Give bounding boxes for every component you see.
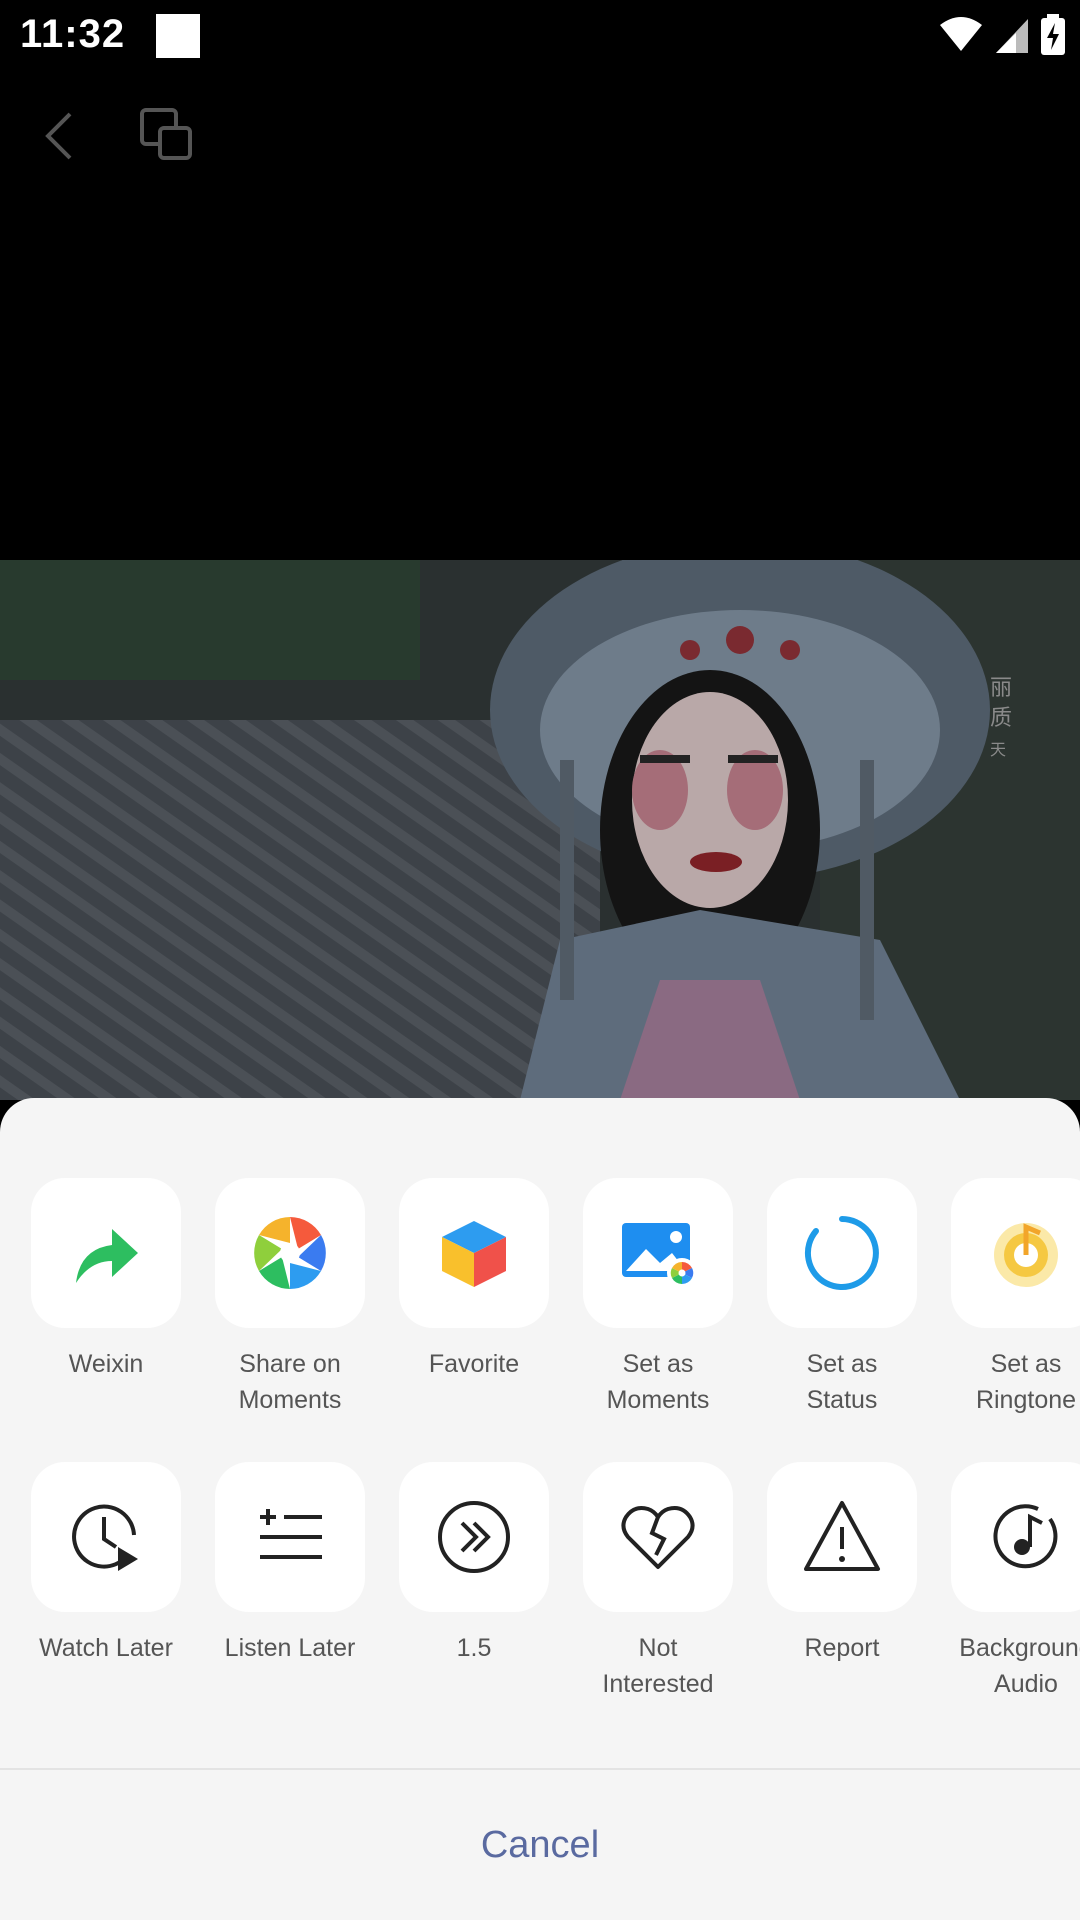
not-interested-tile[interactable]	[583, 1462, 733, 1612]
listen-later-button[interactable]: Listen Later	[198, 1462, 382, 1666]
set-as-status-tile[interactable]	[767, 1178, 917, 1328]
report-button[interactable]: Report	[750, 1462, 934, 1666]
cancel-button[interactable]: Cancel	[0, 1770, 1080, 1920]
watch-later-button[interactable]: Watch Later	[14, 1462, 198, 1666]
favorite-button[interactable]: Favorite	[382, 1178, 566, 1382]
warning-icon	[804, 1501, 880, 1571]
picture-in-picture-icon[interactable]	[134, 102, 198, 166]
notification-icon	[156, 14, 200, 58]
ringtone-icon	[994, 1223, 1058, 1287]
share-weixin-tile[interactable]	[31, 1178, 181, 1328]
share-moments-label: Share on Moments	[238, 1350, 342, 1414]
share-moments-button[interactable]: Share on Moments	[198, 1178, 382, 1418]
broken-heart-icon	[621, 1506, 695, 1569]
report-tile[interactable]	[767, 1462, 917, 1612]
playback-speed-icon	[438, 1501, 510, 1573]
playback-speed-label: 1.5	[456, 1634, 492, 1662]
favorite-label: Favorite	[428, 1350, 520, 1378]
set-as-ringtone-label: Set as Ringtone	[975, 1350, 1077, 1414]
status-ring-icon	[804, 1216, 879, 1290]
listen-later-icon	[260, 1509, 322, 1559]
background-audio-tile[interactable]	[951, 1462, 1080, 1612]
listen-later-tile[interactable]	[215, 1462, 365, 1612]
set-as-status-button[interactable]: Set as Status	[750, 1178, 934, 1418]
set-as-moments-tile[interactable]	[583, 1178, 733, 1328]
battery-charging-icon	[1041, 14, 1065, 55]
background-audio-label: Background Audio	[959, 1634, 1080, 1698]
status-bar: 11:32	[0, 0, 1080, 76]
player-top-controls	[0, 96, 1080, 176]
set-as-moments-button[interactable]: Set as Moments	[566, 1178, 750, 1418]
share-bottom-sheet: Weixin Share on Moments Favorite Set as …	[0, 1098, 1080, 1920]
favorite-tile[interactable]	[399, 1178, 549, 1328]
not-interested-button[interactable]: Not Interested	[566, 1462, 750, 1702]
share-moments-tile[interactable]	[215, 1178, 365, 1328]
background-audio-button[interactable]: Background Audio	[934, 1462, 1080, 1702]
share-row: Weixin Share on Moments Favorite Set as …	[0, 1178, 1080, 1438]
status-icons	[938, 14, 1066, 56]
cell-signal-icon	[996, 19, 1028, 53]
set-as-ringtone-tile[interactable]	[951, 1178, 1080, 1328]
weixin-share-icon	[76, 1229, 138, 1283]
playback-speed-button[interactable]: 1.5	[382, 1462, 566, 1666]
share-weixin-label: Weixin	[68, 1350, 144, 1378]
video-frame[interactable]: 丽 质 天	[0, 560, 1080, 1100]
report-label: Report	[804, 1634, 880, 1662]
not-interested-label: Not Interested	[602, 1634, 714, 1698]
music-note-icon	[993, 1504, 1058, 1569]
listen-later-label: Listen Later	[224, 1634, 356, 1662]
set-as-moments-label: Set as Moments	[606, 1350, 710, 1414]
svg-text:丽: 丽	[990, 676, 1012, 701]
set-as-ringtone-button[interactable]: Set as Ringtone	[934, 1178, 1080, 1418]
wifi-icon	[940, 17, 982, 51]
share-weixin-button[interactable]: Weixin	[14, 1178, 198, 1382]
svg-text:质: 质	[990, 706, 1012, 731]
svg-text:天: 天	[990, 740, 1006, 759]
moments-icon	[254, 1217, 326, 1289]
playback-speed-tile[interactable]	[399, 1462, 549, 1612]
watch-later-icon	[72, 1504, 138, 1571]
action-row: Watch Later Listen Later 1.5 Not Interes…	[0, 1462, 1080, 1722]
back-arrow-icon[interactable]	[32, 104, 92, 168]
watch-later-label: Watch Later	[39, 1634, 173, 1662]
favorite-cube-icon	[442, 1221, 506, 1287]
status-time: 11:32	[20, 12, 126, 56]
set-as-status-label: Set as Status	[806, 1350, 878, 1414]
watch-later-tile[interactable]	[31, 1462, 181, 1612]
set-moments-image-icon	[622, 1223, 697, 1288]
